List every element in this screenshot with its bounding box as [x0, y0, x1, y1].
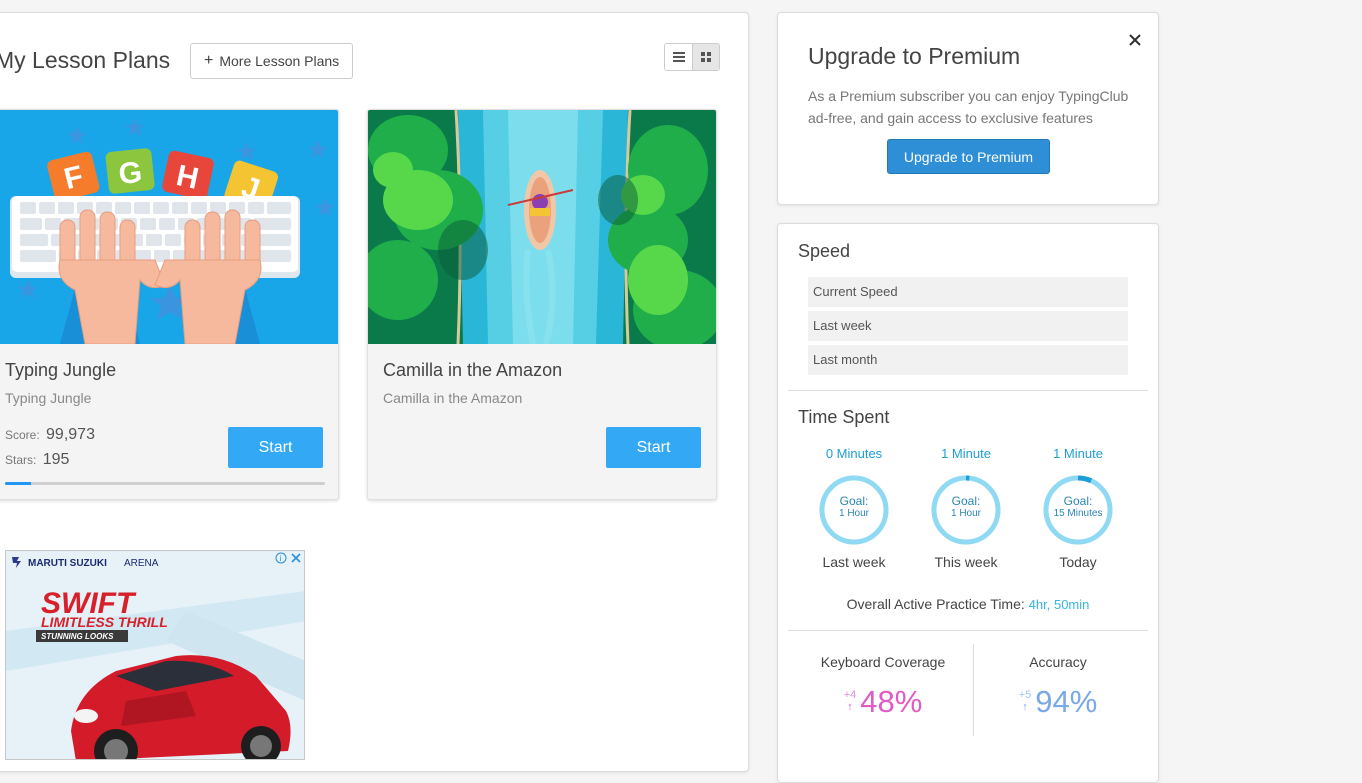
ring-value: 1 Minute: [1053, 446, 1103, 461]
score-value: 99,973: [46, 426, 95, 443]
ad-arena: ARENA: [124, 558, 159, 569]
score-stat: Score: 99,973: [5, 426, 95, 444]
amazon-river-illustration: [368, 110, 716, 344]
lesson-title: Typing Jungle: [5, 360, 117, 380]
delta-indicator: +5 ↑: [1019, 689, 1032, 713]
key-letter-g: G: [117, 156, 144, 191]
lesson-card-camilla-amazon[interactable]: Camilla in the Amazon Camilla in the Ama…: [367, 109, 717, 500]
divider: [788, 390, 1148, 391]
ring-value: 1 Minute: [941, 446, 991, 461]
upgrade-premium-button[interactable]: Upgrade to Premium: [887, 139, 1050, 174]
accuracy-metric: Accuracy +5 ↑ 94%: [963, 654, 1153, 719]
progress-fill: [5, 482, 31, 485]
delta-value: +4: [843, 689, 857, 701]
more-lesson-plans-button[interactable]: + More Lesson Plans: [190, 43, 354, 79]
stars-value: 195: [42, 451, 70, 468]
metric-value: 94%: [1035, 684, 1098, 719]
time-spent-title: Time Spent: [798, 407, 890, 427]
lesson-subtitle: Camilla in the Amazon: [383, 390, 523, 406]
overall-label: Overall Active Practice Time:: [846, 596, 1025, 612]
ring-period: Last week: [822, 554, 886, 570]
premium-upsell-panel: Upgrade to Premium As a Premium subscrib…: [777, 12, 1159, 205]
metric-label: Keyboard Coverage: [820, 654, 946, 670]
advertisement-banner[interactable]: MARUTI SUZUKI ARENA i SWIFT LIMITLESS TH…: [5, 550, 305, 760]
score-label: Score:: [5, 428, 40, 442]
lesson-progress-bar: [5, 482, 325, 485]
ring-goal-label: Goal:: [1063, 494, 1093, 508]
delta-value: +5: [1018, 689, 1032, 701]
ring-period: This week: [934, 554, 998, 570]
ring-goal-label: Goal:: [951, 494, 981, 508]
premium-title: Upgrade to Premium: [808, 43, 1021, 69]
metric-label: Accuracy: [1029, 654, 1087, 670]
speed-row-current: Current Speed: [808, 277, 1128, 307]
more-lesson-plans-label: More Lesson Plans: [219, 53, 340, 69]
ad-brand: MARUTI SUZUKI: [28, 558, 107, 569]
speed-title: Speed: [798, 241, 851, 261]
ad-subline: STUNNING LOOKS: [41, 632, 114, 641]
lesson-card-typing-jungle[interactable]: F G H J Typing Jungle Typing Jungle Scor…: [0, 109, 339, 500]
premium-description: As a Premium subscriber you can enjoy Ty…: [808, 88, 1129, 126]
divider: [788, 630, 1148, 631]
arrow-up-icon: ↑: [1022, 701, 1028, 713]
svg-text:i: i: [280, 554, 282, 563]
view-toggle: [664, 43, 720, 71]
ring-goal-label: Goal:: [839, 494, 869, 508]
typing-jungle-illustration: F G H J: [0, 110, 338, 344]
overall-practice-time: Overall Active Practice Time: 4hr, 50min: [778, 596, 1158, 612]
arrow-up-icon: ↑: [847, 701, 853, 713]
lesson-title: Camilla in the Amazon: [383, 360, 563, 380]
keyboard-coverage-metric: Keyboard Coverage +4 ↑ 48%: [788, 654, 978, 719]
stars-stat: Stars: 195: [5, 451, 69, 469]
ring-goal-value: 1 Hour: [950, 508, 981, 519]
ring-last-week: 0 Minutes Goal: 1 Hour Last week: [798, 446, 910, 570]
ring-goal-value: 1 Hour: [838, 508, 869, 519]
ring-this-week: 1 Minute Goal: 1 Hour This week: [910, 446, 1022, 570]
delta-indicator: +4 ↑: [844, 689, 857, 713]
close-icon[interactable]: [1128, 33, 1142, 47]
ad-tagline: LIMITLESS THRILL: [41, 614, 168, 630]
grid-view-icon[interactable]: [692, 44, 719, 70]
stars-label: Stars:: [5, 453, 37, 467]
stats-panel: Speed Current Speed Last week Last month…: [777, 223, 1159, 783]
start-button[interactable]: Start: [228, 427, 323, 468]
lesson-subtitle: Typing Jungle: [5, 390, 92, 406]
metric-value: 48%: [860, 684, 923, 719]
page-title: My Lesson Plans: [0, 47, 171, 73]
speed-row-last-month: Last month: [808, 345, 1128, 375]
speed-row-last-week: Last week: [808, 311, 1128, 341]
overall-value: 4hr, 50min: [1028, 597, 1090, 612]
list-view-icon[interactable]: [665, 44, 692, 70]
ring-value: 0 Minutes: [825, 446, 883, 461]
ring-period: Today: [1059, 554, 1097, 570]
plus-icon: +: [204, 52, 214, 69]
ring-today: 1 Minute Goal: 15 Minutes Today: [1022, 446, 1134, 570]
start-button[interactable]: Start: [606, 427, 701, 468]
ring-goal-value: 15 Minutes: [1053, 508, 1103, 519]
